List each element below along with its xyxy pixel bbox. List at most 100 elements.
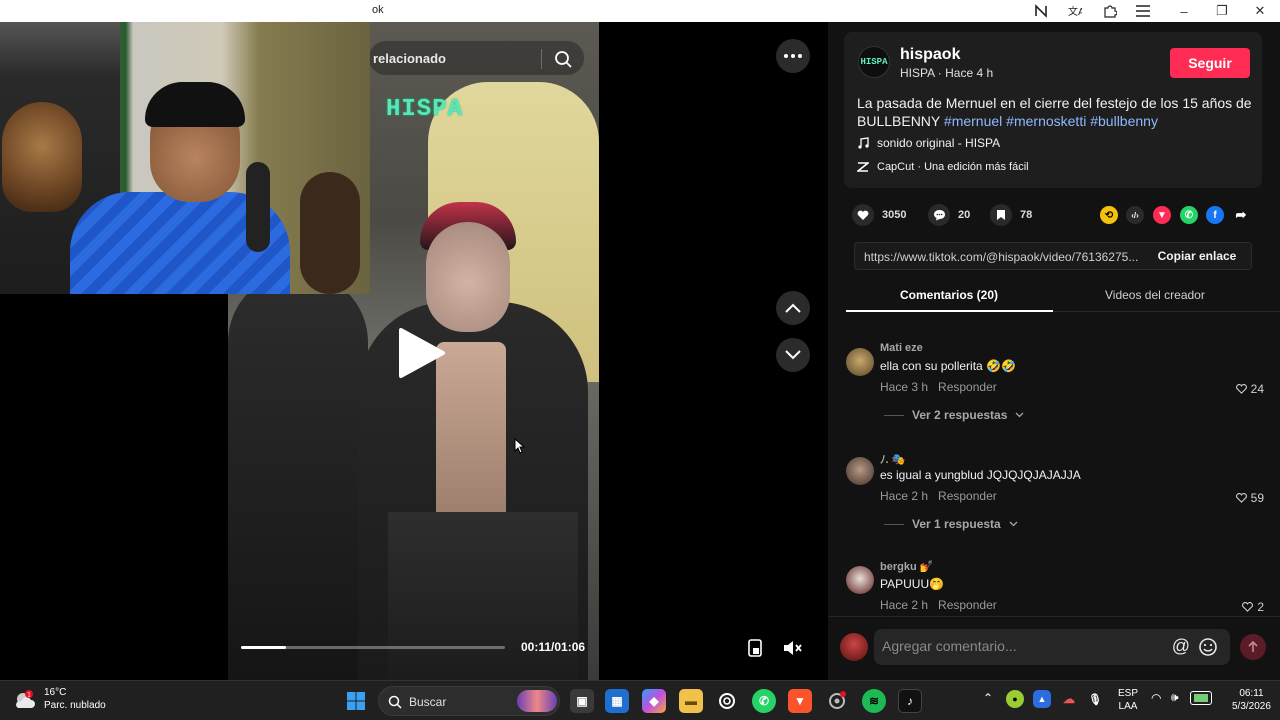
commenter-avatar[interactable]: [846, 457, 874, 485]
hashtag-link[interactable]: #mernuel: [944, 113, 1002, 129]
capcut-link[interactable]: CapCut · Una edición más fácil: [857, 161, 1029, 173]
store-icon[interactable]: ▦: [605, 689, 629, 713]
comment-time: Hace 2 h: [880, 489, 929, 503]
mouse-cursor-icon: [514, 438, 526, 454]
weather-temp: 16°C: [44, 687, 67, 698]
commenter-name[interactable]: ﾉ. 🎭: [880, 451, 905, 467]
brave-browser-icon[interactable]: ▼: [788, 689, 812, 713]
play-icon[interactable]: [393, 326, 447, 380]
battery-icon[interactable]: [1190, 691, 1212, 705]
mute-button[interactable]: [779, 634, 807, 662]
view-replies[interactable]: Ver 2 respuestas: [884, 408, 1024, 422]
emoji-icon[interactable]: [1198, 637, 1218, 657]
comment-text: es igual a yungblud JQJQJQJAJAJJA: [880, 468, 1081, 482]
whatsapp-app-icon[interactable]: ✆: [752, 689, 776, 713]
volume-icon[interactable]: 🕪: [1171, 691, 1179, 704]
heart-outline-icon: [1235, 493, 1247, 503]
wifi-icon[interactable]: ◠: [1151, 692, 1161, 705]
video-progress-bar[interactable]: [241, 646, 505, 649]
view-replies[interactable]: Ver 1 respuesta: [884, 517, 1018, 531]
embed-icon[interactable]: ‹/›: [1126, 206, 1144, 224]
start-button[interactable]: [344, 689, 368, 713]
puzzle-extensions-icon[interactable]: [1101, 2, 1119, 20]
comment-input[interactable]: Agregar comentario... @: [874, 629, 1230, 665]
comment-placeholder: Agregar comentario...: [882, 638, 1017, 654]
my-avatar[interactable]: [840, 633, 868, 661]
tray-app-icon[interactable]: ☁: [1060, 690, 1078, 708]
tray-app-icon[interactable]: ▲: [1033, 690, 1051, 708]
reply-button[interactable]: Responder: [938, 489, 997, 503]
microphone-icon[interactable]: 🎙: [1086, 690, 1104, 708]
creator-subline: HISPA · Hace 4 h: [900, 66, 994, 80]
weather-widget[interactable]: 1 16°C Parc. nublado: [14, 686, 106, 712]
side-panel: HISPA hispaok HISPA · Hace 4 h Seguir La…: [828, 22, 1280, 680]
menu-icon[interactable]: [1134, 2, 1152, 20]
search-icon[interactable]: [553, 49, 573, 69]
reply-button[interactable]: Responder: [938, 380, 997, 394]
settings-app-icon[interactable]: [825, 689, 849, 713]
volume-muted-icon: [784, 641, 802, 655]
task-view-icon[interactable]: ▣: [570, 689, 594, 713]
file-explorer-icon[interactable]: ▬: [679, 689, 703, 713]
commenter-avatar[interactable]: [846, 566, 874, 594]
clock[interactable]: 06:11 5/3/2026: [1232, 687, 1271, 713]
language-indicator[interactable]: ESP LAA: [1118, 687, 1138, 713]
video-area: relacionado HISPA 00:11/01:06: [0, 22, 828, 680]
translate-icon[interactable]: 文A: [1066, 2, 1084, 20]
close-window-button[interactable]: ✕: [1245, 1, 1275, 21]
post-comment-button[interactable]: [1240, 634, 1266, 660]
comment-like[interactable]: 24: [1235, 382, 1264, 396]
comment-text: PAPUUU🤭: [880, 577, 945, 591]
previous-video-button[interactable]: [776, 291, 810, 325]
commenter-name[interactable]: Mati eze: [880, 342, 923, 354]
panel-tabs: Comentarios (20) Videos del creador: [846, 280, 1280, 312]
commenter-avatar[interactable]: [846, 348, 874, 376]
like-action[interactable]: 3050: [852, 204, 906, 226]
restore-button[interactable]: ❐: [1207, 1, 1237, 21]
taskbar-search[interactable]: Buscar: [378, 686, 560, 716]
webcam-hair: [145, 82, 245, 127]
spotify-icon[interactable]: ≋: [862, 689, 886, 713]
action-bar: 3050 20 78 ⟲ ‹/› ▼ ✆ f ➦: [852, 204, 1252, 226]
related-search-bar[interactable]: relacionado: [368, 40, 585, 76]
capcut-icon: [857, 162, 869, 172]
windows-logo-icon: [347, 692, 365, 710]
creator-avatar[interactable]: HISPA: [858, 46, 890, 78]
cloud-moon-icon: 1: [16, 690, 35, 708]
tray-overflow-icon[interactable]: ⌃: [983, 692, 993, 705]
comment-like[interactable]: 2: [1242, 600, 1264, 614]
reply-button[interactable]: Responder: [938, 598, 997, 612]
tab-title[interactable]: ok: [372, 4, 384, 16]
facebook-icon[interactable]: f: [1206, 206, 1224, 224]
repost-icon[interactable]: ⟲: [1100, 206, 1118, 224]
more-options-button[interactable]: [776, 39, 810, 73]
extension-icon[interactable]: [1032, 2, 1050, 20]
send-to-friend-icon[interactable]: ▼: [1153, 206, 1171, 224]
music-note-icon: [858, 137, 869, 149]
minimize-button[interactable]: –: [1169, 1, 1199, 21]
mention-button[interactable]: @: [1172, 636, 1190, 657]
comment-like[interactable]: 59: [1235, 491, 1264, 505]
more-dots-icon: [784, 54, 802, 58]
chatgpt-icon[interactable]: [715, 689, 739, 713]
tab-comments[interactable]: Comentarios (20): [900, 288, 998, 302]
share-url[interactable]: https://www.tiktok.com/@hispaok/video/76…: [864, 250, 1144, 264]
share-link-bar: https://www.tiktok.com/@hispaok/video/76…: [854, 242, 1252, 270]
comment-action[interactable]: 20: [928, 204, 970, 226]
follow-button[interactable]: Seguir: [1170, 48, 1250, 78]
tiktok-app-icon[interactable]: ♪: [898, 689, 922, 713]
hashtag-link[interactable]: #bullbenny: [1090, 113, 1158, 129]
commenter-name[interactable]: bergku 💅: [880, 560, 933, 573]
next-video-button[interactable]: [776, 338, 810, 372]
tray-app-icon[interactable]: ●: [1006, 690, 1024, 708]
creator-username[interactable]: hispaok: [900, 46, 960, 64]
hashtag-link[interactable]: #mernosketti: [1006, 113, 1086, 129]
sound-link[interactable]: sonido original - HISPA: [857, 136, 1000, 150]
copy-link-button[interactable]: Copiar enlace: [1143, 243, 1251, 269]
share-arrow-icon[interactable]: ➦: [1232, 206, 1250, 224]
tab-creator-videos[interactable]: Videos del creador: [1105, 288, 1205, 302]
save-action[interactable]: 78: [990, 204, 1032, 226]
copilot-icon[interactable]: ◆: [642, 689, 666, 713]
whatsapp-icon[interactable]: ✆: [1180, 206, 1198, 224]
pip-button[interactable]: [741, 634, 769, 662]
